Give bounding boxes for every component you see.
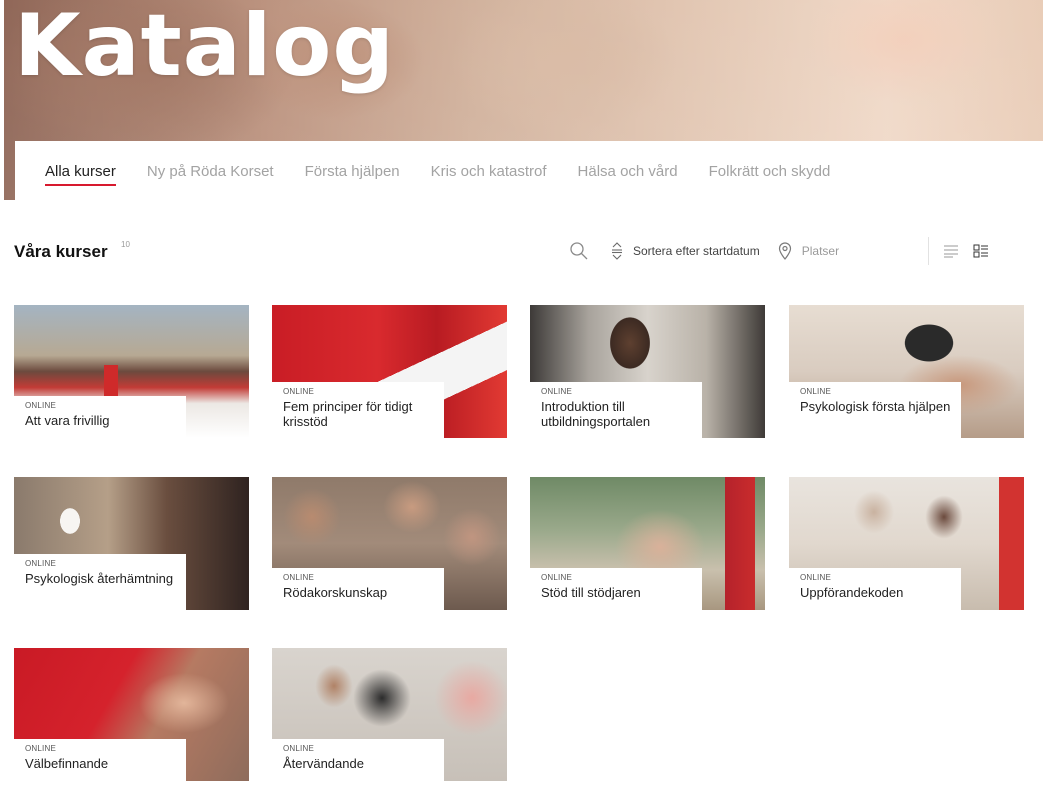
course-label: ONLINE Uppförandekoden [789,568,961,610]
tab-halsa-och-vard[interactable]: Hälsa och vård [578,161,678,180]
tab-kris-och-katastrof[interactable]: Kris och katastrof [431,161,547,180]
section-title: Våra kurser [14,242,108,261]
search-icon[interactable] [569,241,589,261]
course-type: ONLINE [283,573,314,582]
course-card-rodakorskunskap[interactable]: ONLINE Rödakorskunskap [272,477,507,610]
tab-forsta-hjalpen[interactable]: Första hjälpen [305,161,400,180]
course-title: Stöd till stödjaren [541,585,641,600]
course-label: ONLINE Psykologisk återhämtning [14,554,186,610]
course-title: Fem principer för tidigt krisstöd [283,399,413,429]
course-title: Psykologisk återhämtning [25,571,174,586]
location-pin-icon [778,242,792,260]
course-count: 10 [121,240,130,249]
sort-button[interactable]: Sortera efter startdatum [611,242,760,260]
course-title: Att vara frivillig [25,413,110,428]
course-toolbar: Sortera efter startdatum [569,236,989,266]
course-card-uppforandekoden[interactable]: ONLINE Uppförandekoden [789,477,1024,610]
course-card-stod-till-stodjaren[interactable]: ONLINE Stöd till stödjaren [530,477,765,610]
course-type: ONLINE [283,387,314,396]
course-card-psykologisk-aterhamtning[interactable]: ONLINE Psykologisk återhämtning [14,477,249,610]
course-type: ONLINE [541,573,572,582]
tab-folkratt-och-skydd[interactable]: Folkrätt och skydd [709,161,831,180]
sort-icon [611,242,623,260]
location-filter[interactable] [778,242,922,260]
course-type: ONLINE [25,401,56,410]
page-title: Katalog [14,0,395,96]
course-card-fem-principer[interactable]: ONLINE Fem principer för tidigt krisstöd [272,305,507,438]
course-title: Uppförandekoden [800,585,904,600]
course-label: ONLINE Introduktion till utbildningsport… [530,382,702,438]
course-title: Introduktion till utbildningsportalen [541,399,651,429]
course-title: Psykologisk första hjälpen [800,399,951,414]
list-view-icon[interactable] [943,244,959,258]
course-grid: ONLINE Att vara frivillig ONLINE Fem pri… [14,305,1024,781]
course-title: Rödakorskunskap [283,585,388,600]
course-card-atervandande[interactable]: ONLINE Återvändande [272,648,507,781]
toolbar-divider [927,237,929,265]
location-input[interactable] [801,244,922,258]
course-label: ONLINE Fem principer för tidigt krisstöd [272,382,444,438]
grid-view-icon[interactable] [973,244,989,258]
tab-alla-kurser[interactable]: Alla kurser [45,161,116,186]
course-card-psykologisk-forsta-hjalpen[interactable]: ONLINE Psykologisk första hjälpen [789,305,1024,438]
course-label: ONLINE Psykologisk första hjälpen [789,382,961,438]
course-label: ONLINE Välbefinnande [14,739,186,781]
course-type: ONLINE [800,573,831,582]
course-card-att-vara-frivillig[interactable]: ONLINE Att vara frivillig [14,305,249,438]
course-card-valbefinnande[interactable]: ONLINE Välbefinnande [14,648,249,781]
course-title: Välbefinnande [25,756,109,771]
course-type: ONLINE [25,559,56,568]
course-label: ONLINE Rödakorskunskap [272,568,444,610]
course-title: Återvändande [283,756,364,771]
course-label: ONLINE Stöd till stödjaren [530,568,702,610]
course-type: ONLINE [25,744,56,753]
sort-label: Sortera efter startdatum [633,244,760,258]
course-type: ONLINE [283,744,314,753]
tab-ny-pa-roda-korset[interactable]: Ny på Röda Korset [147,161,274,180]
courses-header: Våra kurser 10 Sortera efter startdatum [14,236,1029,266]
category-tabs: Alla kurser Ny på Röda Korset Första hjä… [15,141,1043,200]
course-label: ONLINE Återvändande [272,739,444,781]
course-card-introduktion[interactable]: ONLINE Introduktion till utbildningsport… [530,305,765,438]
course-type: ONLINE [541,387,572,396]
course-type: ONLINE [800,387,831,396]
course-label: ONLINE Att vara frivillig [14,396,186,438]
